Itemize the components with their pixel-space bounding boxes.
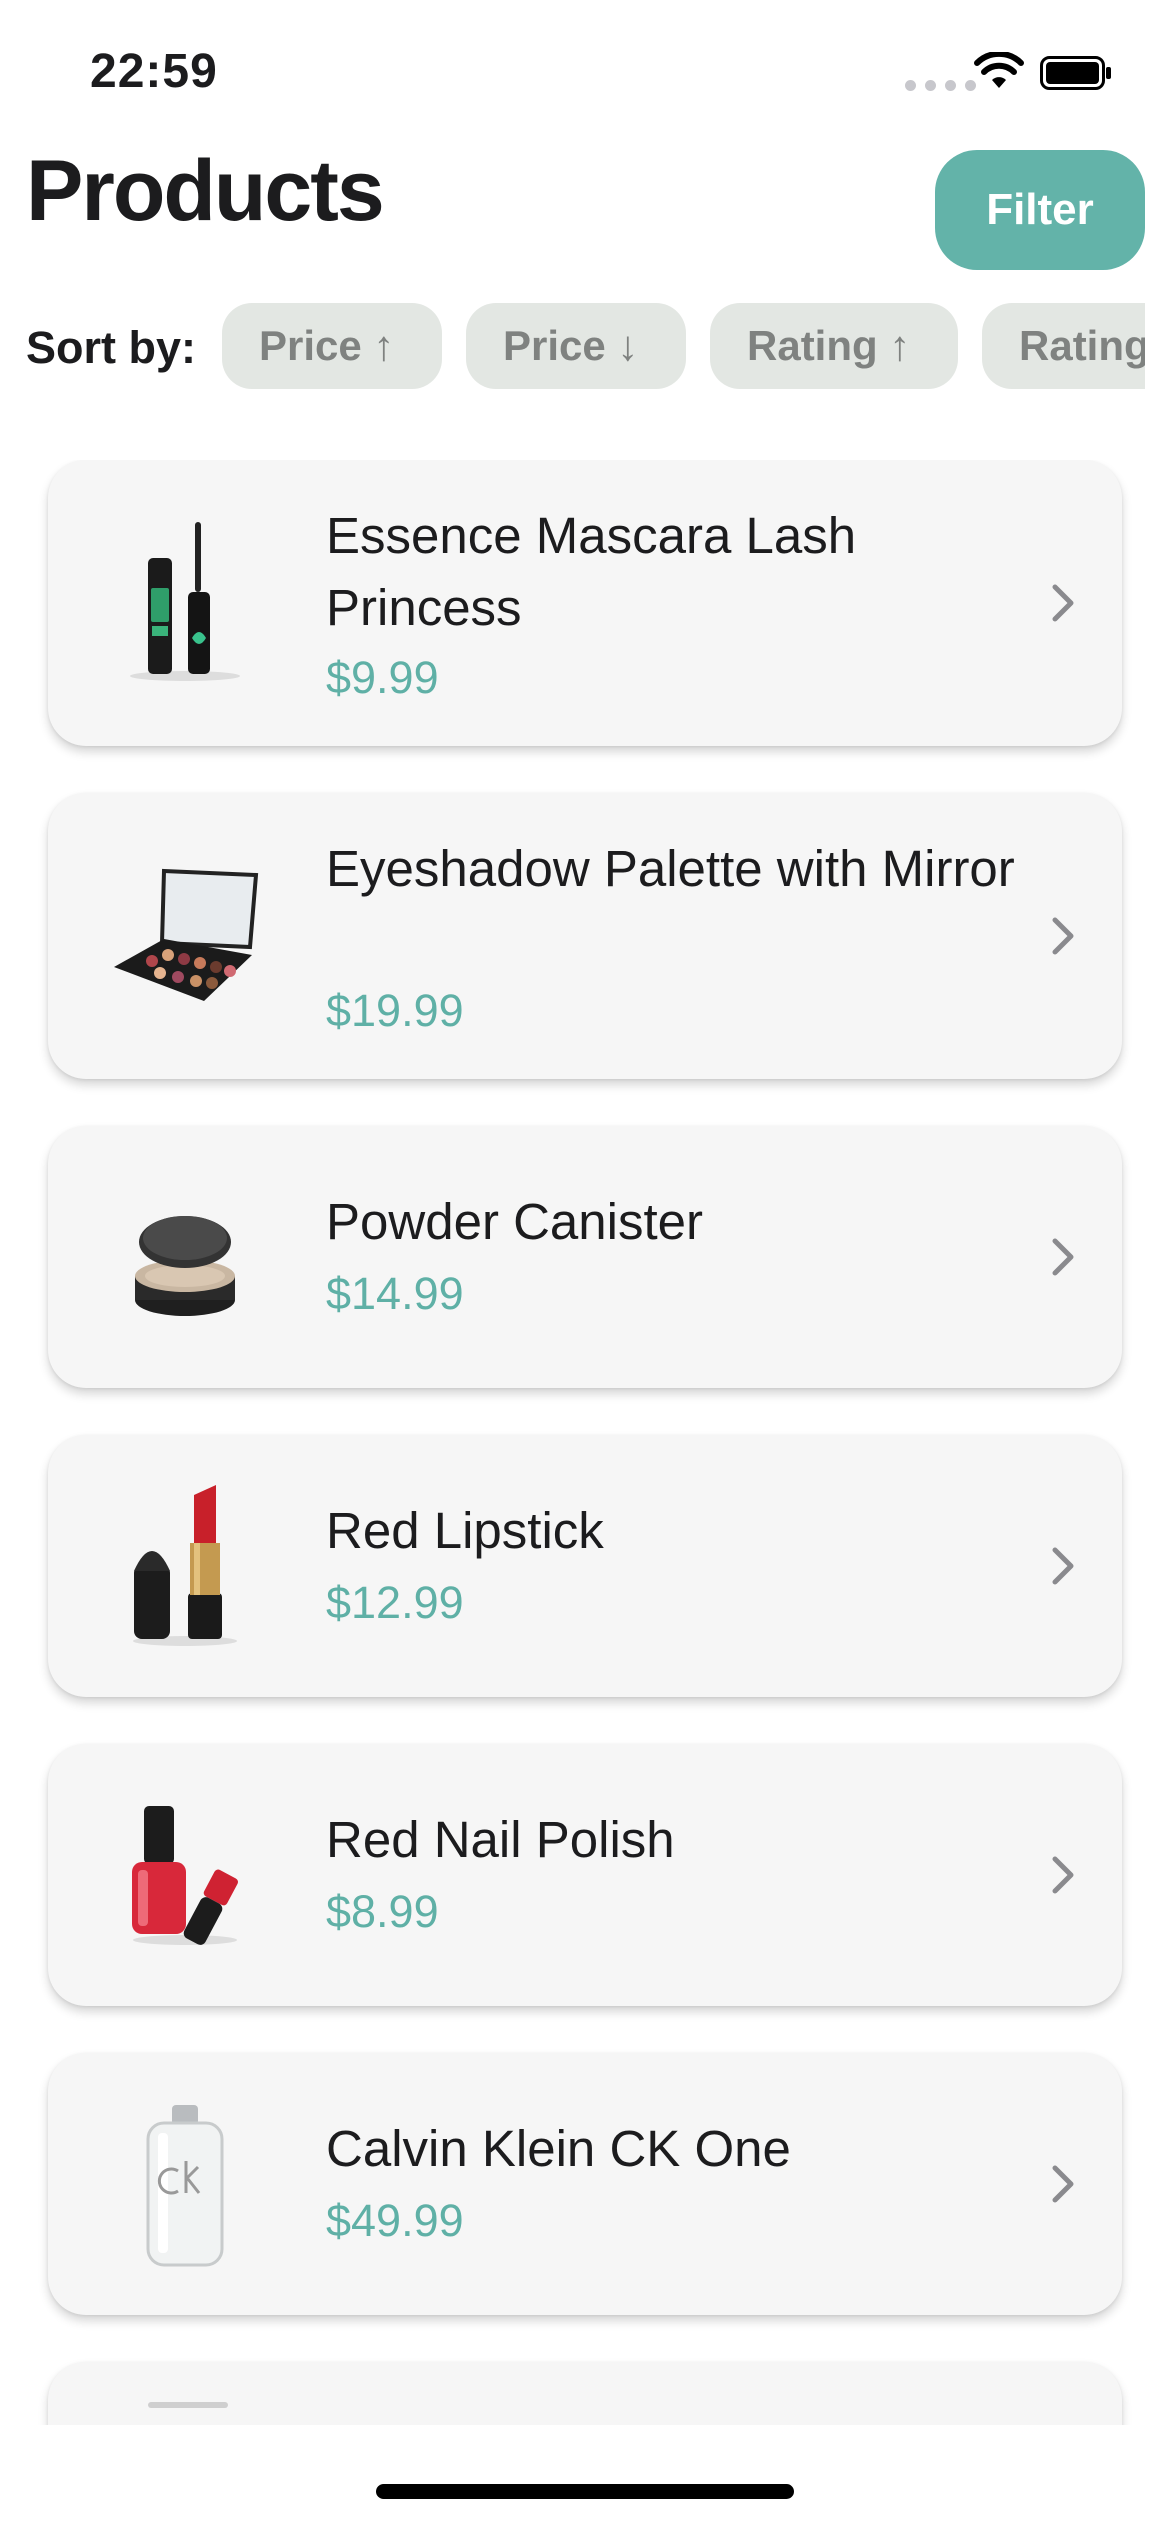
product-price: $8.99 — [326, 1886, 439, 1937]
sort-chip-price-desc[interactable]: Price ↓ — [466, 303, 686, 389]
product-price: $14.99 — [326, 1268, 464, 1319]
product-card[interactable]: Calvin Klein CK One $49.99 — [48, 2053, 1122, 2315]
product-list: Essence Mascara Lash Princess $9.99 Eyes… — [0, 460, 1170, 2425]
product-price: $12.99 — [326, 1577, 464, 1628]
chevron-right-icon — [1052, 2165, 1074, 2203]
product-name: Calvin Klein CK One — [326, 2120, 791, 2177]
product-card[interactable]: Red Nail Polish $8.99 — [48, 1744, 1122, 2006]
product-price: $19.99 — [326, 985, 464, 1036]
wifi-icon — [974, 52, 1024, 88]
chevron-right-icon — [1052, 584, 1074, 622]
sort-chip-price-asc[interactable]: Price ↑ — [222, 303, 442, 389]
chevron-right-icon — [1052, 1856, 1074, 1894]
sort-label: Sort by: — [26, 322, 197, 373]
product-price: $9.99 — [326, 652, 439, 703]
product-price: $49.99 — [326, 2195, 464, 2246]
product-card[interactable]: Essence Mascara Lash Princess $9.99 — [48, 460, 1122, 746]
filter-button[interactable]: Filter — [935, 150, 1145, 270]
cellular-signal-icon — [905, 80, 976, 91]
nail-polish-icon — [132, 1806, 238, 1945]
product-card[interactable]: Red Lipstick $12.99 — [48, 1435, 1122, 1697]
product-thumbnail-partial — [148, 2402, 228, 2408]
chevron-right-icon — [1052, 1238, 1074, 1276]
product-name: Red Nail Polish — [326, 1811, 675, 1868]
status-time: 22:59 — [90, 45, 218, 98]
page-title: Products — [26, 143, 385, 239]
product-card[interactable]: Eyeshadow Palette with Mirror $19.99 — [48, 793, 1122, 1079]
product-name: Eyeshadow Palette with Mirror — [326, 840, 1015, 897]
perfume-bottle-icon — [146, 2105, 224, 2267]
powder-canister-icon — [135, 1216, 235, 1316]
sort-chip-rating-desc[interactable]: Rating ↓ — [982, 303, 1145, 389]
sort-chip-rating-asc[interactable]: Rating ↑ — [710, 303, 958, 389]
product-name: Powder Canister — [326, 1193, 703, 1250]
chevron-right-icon — [1052, 1547, 1074, 1585]
product-name: Essence Mascara Lash Princess — [326, 507, 857, 636]
battery-icon — [1040, 56, 1111, 90]
status-bar: 22:59 — [0, 0, 1170, 150]
home-indicator[interactable] — [376, 2484, 794, 2499]
lipstick-icon — [133, 1485, 237, 1646]
product-name: Red Lipstick — [326, 1502, 604, 1559]
chevron-right-icon — [1052, 917, 1074, 955]
products-screen: 22:59 Products Filter Sort by: Price ↑ P… — [0, 0, 1170, 2532]
eyeshadow-palette-icon — [114, 868, 259, 1001]
sort-bar: Sort by: Price ↑ Price ↓ Rating ↑ Rating… — [0, 300, 1145, 392]
product-card[interactable] — [48, 2362, 1122, 2425]
mascara-icon — [130, 522, 240, 681]
product-card[interactable]: Powder Canister $14.99 — [48, 1126, 1122, 1388]
